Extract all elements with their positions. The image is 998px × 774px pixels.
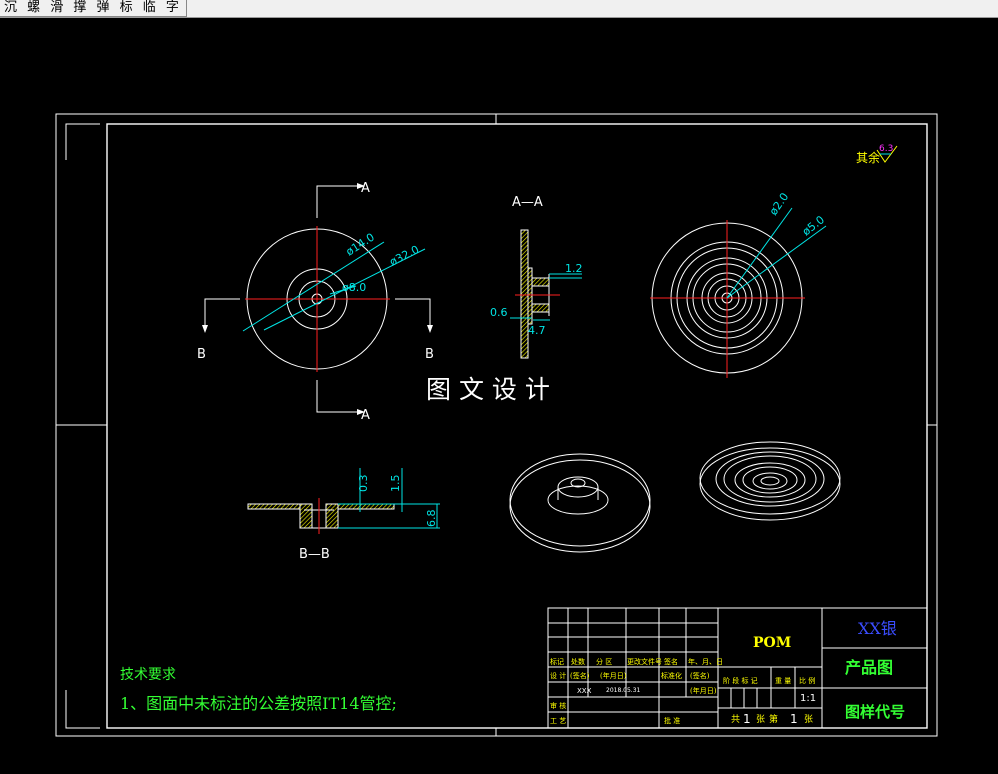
dim-bb-6-8: 6.8 bbox=[425, 510, 438, 528]
dim-d14: ø14.0 bbox=[344, 231, 377, 259]
tb-label-sign: 签名 bbox=[664, 657, 678, 666]
tb-sheets-total-label: 共 bbox=[731, 714, 740, 725]
tb-label-approve: 批 准 bbox=[664, 716, 680, 725]
title-block: 标记 处数 分 区 更改文件号 签名 年、月、日 设 计 (签名) (年月日) … bbox=[547, 607, 928, 729]
dim-bb-0-3: 0.3 bbox=[357, 475, 370, 493]
tb-designer-name: XXX bbox=[577, 687, 592, 695]
dim-aa-0-6: 0.6 bbox=[490, 306, 508, 319]
tb-label-process: 工 艺 bbox=[550, 717, 566, 725]
isometric-view-right bbox=[699, 441, 841, 521]
front-view: A A B B ø14.0 ø32.0 ø8.0 bbox=[197, 181, 434, 423]
surface-finish-label: 其余 bbox=[856, 150, 880, 165]
tb-label-design: 设 计 bbox=[550, 671, 566, 680]
tb-sheets-total-value: 1 bbox=[743, 712, 751, 726]
tb-label-scale: 比 例 bbox=[799, 676, 815, 685]
dim-aa-1-2: 1.2 bbox=[565, 262, 583, 275]
isometric-view-left bbox=[509, 453, 651, 553]
dim-d32: ø32.0 bbox=[387, 243, 421, 269]
section-bb-title: B—B bbox=[299, 547, 330, 562]
tb-label-review: 审 核 bbox=[550, 701, 566, 710]
surface-finish-value: 6.3 bbox=[879, 144, 893, 154]
tb-label-stage: 阶 段 标 记 bbox=[723, 676, 758, 685]
tb-company: XX银 bbox=[858, 619, 897, 638]
tb-sheets-unit-1: 张 bbox=[756, 714, 765, 725]
tb-label-mark: 标记 bbox=[550, 657, 564, 666]
tech-req-item-1: 1、图面中未标注的公差按照IT14管控; bbox=[120, 694, 397, 713]
tb-design-sign: (签名) bbox=[570, 671, 590, 680]
tb-material: POM bbox=[753, 635, 791, 651]
section-a-bottom-label: A bbox=[361, 408, 370, 423]
technical-requirements: 技术要求 1、图面中未标注的公差按照IT14管控; bbox=[120, 667, 397, 713]
tb-scale-value: 1:1 bbox=[800, 693, 816, 704]
tb-label-zone: 分 区 bbox=[596, 657, 612, 666]
tb-drawing-no: 图样代号 bbox=[845, 703, 905, 721]
section-aa-view: A—A 1.2 0.6 4.7 bbox=[490, 195, 583, 359]
section-bb-view: 0.3 1.5 6.8 B—B bbox=[247, 468, 440, 562]
tb-sheets-no-value: 1 bbox=[790, 712, 798, 726]
surface-finish-symbol: 其余 6.3 bbox=[856, 144, 898, 165]
dim-aa-4-7: 4.7 bbox=[528, 324, 546, 337]
tb-standard-sign: (签名) bbox=[690, 671, 710, 680]
section-a-top-label: A bbox=[361, 181, 370, 196]
tech-req-heading: 技术要求 bbox=[120, 667, 176, 683]
tb-label-date: 年、月、日 bbox=[688, 657, 723, 666]
tb-sheets-no-label: 第 bbox=[769, 713, 778, 725]
tb-design-date-value: 2018.05.31 bbox=[606, 687, 641, 694]
tb-label-standard: 标准化 bbox=[661, 671, 682, 680]
sheet-border bbox=[55, 113, 938, 737]
watermark-text: 图 文 设 计 bbox=[426, 375, 550, 404]
tb-design-date: (年月日) bbox=[600, 671, 627, 680]
tb-label-change-doc: 更改文件号 bbox=[627, 657, 662, 666]
right-view: ø2.0 ø5.0 bbox=[650, 190, 827, 378]
section-aa-title: A—A bbox=[512, 195, 543, 210]
tb-sheets-unit-2: 张 bbox=[804, 714, 813, 725]
section-b-left-label: B bbox=[197, 347, 206, 362]
tb-label-count: 处数 bbox=[571, 657, 585, 666]
tb-product: 产品图 bbox=[845, 658, 893, 677]
cad-drawing-canvas[interactable]: 其余 6.3 A A B B ø14.0 ø32.0 ø8.0 A—A 1.2 … bbox=[0, 0, 998, 774]
dim-bb-1-5: 1.5 bbox=[389, 475, 402, 493]
dim-d8: ø8.0 bbox=[342, 281, 366, 294]
tb-label-weight: 重 量 bbox=[775, 677, 791, 685]
tb-standard-date: (年月日) bbox=[690, 686, 717, 695]
section-b-right-label: B bbox=[425, 347, 434, 362]
